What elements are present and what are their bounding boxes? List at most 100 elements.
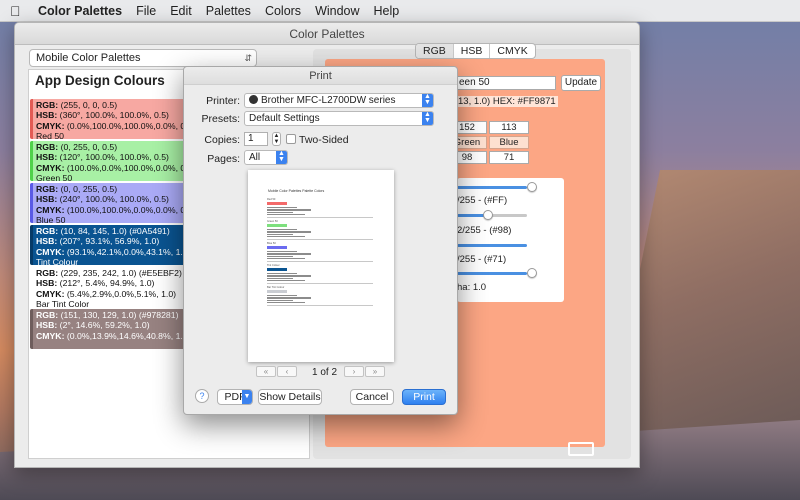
two-sided-checkbox[interactable]: [286, 134, 296, 144]
preview-text-line: [267, 255, 293, 257]
chevron-updown-icon: ▲ ▼: [422, 94, 433, 107]
swatch-item[interactable]: RGB: (0, 255, 0, 0.5) HSB: (120°, 100.0%,…: [30, 141, 196, 183]
menu-app-name[interactable]: Color Palettes: [38, 4, 122, 18]
menu-palettes[interactable]: Palettes: [206, 4, 251, 18]
swatch-rgb-label: RGB:: [36, 226, 59, 236]
color-well[interactable]: [568, 442, 594, 456]
swatch-hsb-line: HSB: (240°, 100.0%, 100.0%, 0.5): [36, 194, 190, 204]
help-button[interactable]: ?: [195, 389, 209, 403]
color-name-input[interactable]: een 50: [456, 76, 556, 90]
swatch-cmyk-line: CMYK: (93.1%,42.1%,0.0%,43.1%, 1.0): [36, 247, 190, 257]
menu-colors[interactable]: Colors: [265, 4, 301, 18]
swatch-cmyk-label: CMYK:: [36, 120, 65, 131]
copies-stepper[interactable]: ▲ ▼: [272, 132, 281, 146]
print-dialog-title: Print: [184, 67, 457, 85]
show-details-button[interactable]: Show Details: [258, 389, 322, 405]
preview-divider: [267, 217, 373, 218]
preview-text-line: [267, 257, 305, 260]
red-slider-knob[interactable]: [527, 182, 537, 192]
tab-cmyk[interactable]: CMYK: [490, 44, 534, 58]
swatch-cmyk-label: CMYK:: [36, 162, 65, 173]
blue-channel-value[interactable]: 71: [489, 151, 529, 164]
preview-text-line: [267, 251, 297, 253]
preview-text-line: [267, 253, 311, 255]
apple-icon[interactable]: : [10, 3, 24, 19]
preview-text-line: [267, 211, 293, 213]
swatch-hsb-value: (207°, 93.1%, 56.9%, 1.0): [59, 236, 160, 247]
swatch-item[interactable]: RGB: (0, 0, 255, 0.5) HSB: (240°, 100.0%,…: [30, 183, 196, 225]
preview-text-line: [267, 209, 311, 211]
presets-select[interactable]: Default Settings ▲ ▼: [244, 111, 434, 126]
palette-select-value: Mobile Color Palettes: [36, 52, 141, 64]
swatch-rgb-label: RGB:: [36, 142, 59, 152]
copies-field[interactable]: 1: [244, 132, 268, 146]
color-info-line: 13, 1.0) HEX: #FF9871: [456, 96, 558, 107]
preview-text-line: [267, 279, 305, 282]
printer-select[interactable]: Brother MFC-L2700DW series ▲ ▼: [244, 93, 434, 108]
preview-divider: [267, 283, 373, 284]
swatch-hsb-label: HSB:: [36, 194, 58, 205]
swatch-cmyk-value: (100.0%,100.0%,0.0%,0.0%, 0.5): [66, 204, 190, 215]
update-button[interactable]: Update: [561, 75, 601, 91]
swatch-hsb-value: (212°, 5.4%, 94.9%, 1.0): [59, 278, 155, 289]
menu-file[interactable]: File: [136, 4, 156, 18]
preview-entry-name: Bar Tint Colour: [267, 286, 285, 289]
previous-page-button[interactable]: ‹: [277, 366, 297, 377]
swatch-cmyk-value: (0.0%,100.0%,100.0%,0.0%, 0.5): [66, 120, 190, 131]
green-slider-rest: [491, 214, 527, 217]
preview-text-line: [267, 301, 305, 304]
cancel-button[interactable]: Cancel: [350, 389, 394, 405]
printer-icon: [249, 95, 258, 104]
menu-edit[interactable]: Edit: [170, 4, 192, 18]
red-slider-label: /255 - (#FF): [457, 195, 508, 206]
pages-label: Pages:: [207, 153, 240, 165]
pdf-menu-button[interactable]: PDF ▼: [217, 389, 253, 405]
pages-select[interactable]: All ▲ ▼: [244, 150, 288, 165]
swatch-item[interactable]: RGB: (10, 84, 145, 1.0) (#0A5491) HSB: (2…: [30, 225, 196, 267]
preview-text-line: [267, 207, 297, 209]
alpha-slider-track[interactable]: [457, 272, 527, 275]
tab-rgb[interactable]: RGB: [416, 44, 454, 58]
next-page-button[interactable]: ›: [344, 366, 364, 377]
menu-help[interactable]: Help: [374, 4, 400, 18]
swatch-rgb-line: RGB: (10, 84, 145, 1.0) (#0A5491): [36, 226, 190, 236]
swatch-rgb-value: (255, 0, 0, 0.5): [60, 100, 118, 110]
menu-bar:  Color Palettes File Edit Palettes Colo…: [0, 0, 800, 22]
preview-entry-name: Green 50: [267, 220, 278, 223]
tab-hsb[interactable]: HSB: [454, 44, 491, 58]
preview-text-line: [267, 233, 293, 235]
red-slider-track[interactable]: [457, 186, 527, 189]
menu-window[interactable]: Window: [315, 4, 359, 18]
swatch-cmyk-line: CMYK: (5.4%,2.9%,0.0%,5.1%, 1.0): [36, 289, 190, 299]
swatch-hsb-label: HSB:: [36, 152, 58, 163]
swatch-hsb-line: HSB: (2°, 14.6%, 59.2%, 1.0): [36, 320, 190, 330]
swatch-rgb-value: (10, 84, 145, 1.0) (#0A5491): [60, 226, 170, 236]
blue-value-field[interactable]: 113: [489, 121, 529, 134]
presets-label: Presets:: [201, 113, 240, 125]
preview-title: Mobile Color Palettes Palette Colors: [268, 189, 325, 193]
print-button[interactable]: Print: [402, 389, 446, 405]
window-title: Color Palettes: [15, 23, 639, 45]
green-slider-knob[interactable]: [483, 210, 493, 220]
print-dialog: Print Printer: Brother MFC-L2700DW serie…: [183, 66, 458, 415]
swatch-cmyk-value: (5.4%,2.9%,0.0%,5.1%, 1.0): [66, 288, 177, 299]
palette-select[interactable]: Mobile Color Palettes ⇵: [29, 49, 257, 67]
last-page-button[interactable]: »: [365, 366, 385, 377]
preview-text-line: [267, 299, 293, 301]
swatch-item[interactable]: RGB: (229, 235, 242, 1.0) (#E5EBF2) HSB: …: [30, 267, 196, 309]
copies-label: Copies:: [204, 134, 240, 146]
first-page-button[interactable]: «: [256, 366, 276, 377]
swatch-hsb-line: HSB: (207°, 93.1%, 56.9%, 1.0): [36, 236, 190, 246]
blue-slider-track[interactable]: [457, 244, 527, 247]
swatch-item[interactable]: RGB: (151, 130, 129, 1.0) (#978281) HSB: …: [30, 309, 196, 349]
swatch-rgb-line: RGB: (151, 130, 129, 1.0) (#978281): [36, 310, 190, 320]
swatch-hsb-value: (240°, 100.0%, 100.0%, 0.5): [59, 194, 169, 205]
swatch-rgb-value: (0, 0, 255, 0.5): [60, 184, 118, 194]
alpha-slider-knob[interactable]: [527, 268, 537, 278]
swatch-rgb-value: (0, 255, 0, 0.5): [60, 142, 118, 152]
swatch-item[interactable]: RGB: (255, 0, 0, 0.5) HSB: (360°, 100.0%,…: [30, 99, 196, 141]
swatch-rgb-label: RGB:: [36, 268, 59, 278]
preview-text-line: [267, 297, 311, 299]
swatch-cmyk-line: CMYK: (0.0%,100.0%,100.0%,0.0%, 0.5): [36, 121, 190, 131]
preview-divider: [267, 239, 373, 240]
